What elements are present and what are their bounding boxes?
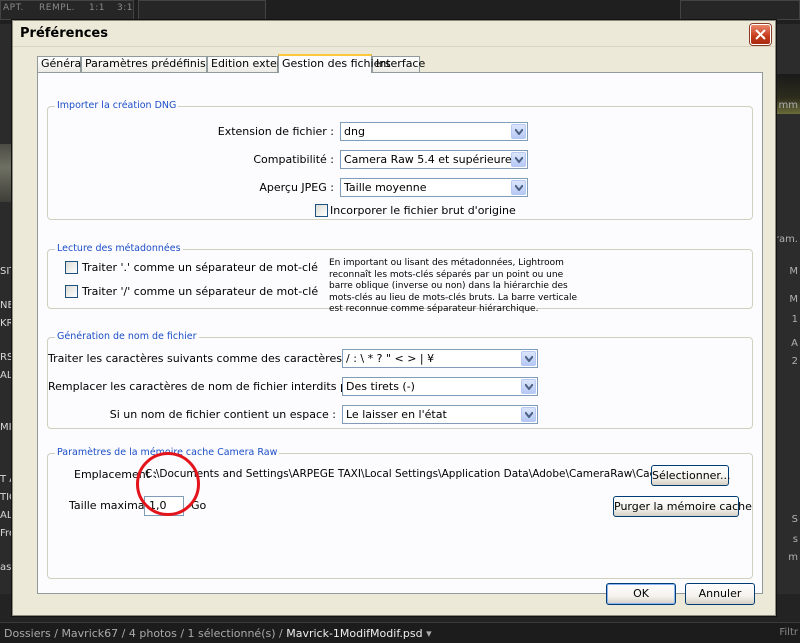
group-title: Importer la création DNG <box>55 100 179 111</box>
ok-button[interactable]: OK <box>606 583 676 605</box>
chevron-down-icon <box>515 129 523 135</box>
filmstrip-bar: Dossiers / Mavrick67 / 4 photos / 1 séle… <box>0 622 800 643</box>
chevron-down-icon <box>515 157 523 163</box>
dropdown-button[interactable] <box>521 379 536 394</box>
dot-separator-checkbox[interactable] <box>65 261 78 274</box>
dropdown-button[interactable] <box>511 124 526 139</box>
compatibility-label: Compatibilité : <box>253 153 334 166</box>
dialog-titlebar[interactable]: Préférences <box>13 21 775 47</box>
embed-original-checkbox[interactable] <box>315 204 328 217</box>
replace-chars-value: Des tirets (-) <box>346 380 415 393</box>
max-size-unit: Go <box>191 499 207 512</box>
bg-right-label: ram. <box>776 234 798 245</box>
illegal-chars-value: / : \ * ? " < > | ¥ <box>346 352 435 365</box>
replace-chars-label: Remplacer les caractères de nom de fichi… <box>48 380 366 393</box>
purge-cache-button[interactable]: Purger la mémoire cache <box>613 496 752 517</box>
max-size-input[interactable]: 1,0 <box>144 496 184 516</box>
filename-generation-group: Génération de nom de fichier Traiter les… <box>47 331 753 429</box>
replace-chars-select[interactable]: Des tirets (-) <box>342 377 538 396</box>
dot-separator-label: Traiter '.' comme un séparateur de mot-c… <box>82 261 318 274</box>
chevron-down-icon <box>515 185 523 191</box>
metadata-description: En important ou lisant des métadonnées, … <box>329 258 578 314</box>
bg-top-segment <box>680 0 800 20</box>
tab-general[interactable]: Général <box>37 56 84 72</box>
slash-separator-label: Traiter '/' comme un séparateur de mot-c… <box>82 285 319 298</box>
file-handling-panel: Importer la création DNG Extension de fi… <box>37 72 763 594</box>
filmstrip-path: Dossiers / Mavrick67 / 4 photos / 1 séle… <box>4 627 432 640</box>
filmstrip-file-name[interactable]: Mavrick-1ModifModif.psd <box>286 627 422 640</box>
filmstrip-filter-label[interactable]: Filtr <box>779 627 798 638</box>
bg-right-label: 2 <box>791 356 798 367</box>
bg-top-segment <box>138 0 266 20</box>
space-handling-select[interactable]: Le laisser en l'état <box>342 405 538 424</box>
illegal-chars-label: Traiter les caractères suivants comme de… <box>48 352 399 365</box>
dropdown-button[interactable] <box>511 180 526 195</box>
filmstrip-folder-path[interactable]: Dossiers / Mavrick67 / 4 photos / 1 séle… <box>4 627 283 640</box>
extension-select[interactable]: dng <box>340 122 528 141</box>
tab-presets[interactable]: Paramètres prédéfinis <box>81 56 207 72</box>
jpeg-preview-label: Aperçu JPEG : <box>259 181 334 194</box>
space-handling-label: Si un nom de fichier contient un espace … <box>109 408 336 421</box>
illegal-chars-select[interactable]: / : \ * ? " < > | ¥ <box>342 349 538 368</box>
background-right-panel: 5 mm ram. M M 1 A 2 S s m <box>776 24 800 594</box>
chevron-down-icon <box>525 384 533 390</box>
group-title: Génération de nom de fichier <box>55 331 199 342</box>
group-title: Lecture des métadonnées <box>55 243 183 254</box>
tab-file-handling[interactable]: Gestion des fichiers <box>278 54 391 73</box>
dropdown-button[interactable] <box>521 351 536 366</box>
close-button[interactable] <box>750 24 771 45</box>
extension-value: dng <box>344 125 365 138</box>
tab-external-editing[interactable]: Edition externe <box>207 56 295 72</box>
slash-separator-checkbox[interactable] <box>65 285 78 298</box>
bg-right-label: S <box>791 514 798 525</box>
camera-raw-cache-group: Paramètres de la mémoire cache Camera Ra… <box>47 447 753 579</box>
bg-left-label: AL <box>0 510 13 521</box>
space-handling-value: Le laisser en l'état <box>346 408 447 421</box>
group-title: Paramètres de la mémoire cache Camera Ra… <box>55 447 280 458</box>
dialog-title: Préférences <box>20 26 108 41</box>
compatibility-select[interactable]: Camera Raw 5.4 et supérieures <box>340 150 528 169</box>
bg-top-label: 3:1 <box>117 3 133 13</box>
close-icon <box>755 29 766 40</box>
bg-right-label: M <box>789 294 798 305</box>
chevron-down-icon <box>525 356 533 362</box>
dropdown-button[interactable] <box>511 152 526 167</box>
bg-right-label: 1 <box>791 314 798 325</box>
bg-left-label: AL <box>0 370 13 381</box>
bg-top-segment: APT. REMPL. 1:1 3:1 <box>0 0 134 20</box>
embed-original-label: Incorporer le fichier brut d'origine <box>330 204 516 217</box>
bg-right-label: 5 mm <box>776 100 798 111</box>
preferences-dialog: Préférences Général Paramètres prédéfini… <box>12 20 776 616</box>
bg-top-label: REMPL. <box>39 3 76 13</box>
select-location-button[interactable]: Sélectionner... <box>651 465 730 486</box>
dropdown-button[interactable] <box>521 407 536 422</box>
bg-right-label: s <box>792 534 798 545</box>
bg-right-label: m <box>788 552 798 563</box>
chevron-down-icon <box>525 412 533 418</box>
bg-right-label: M <box>789 266 798 277</box>
chevron-down-icon[interactable]: ▾ <box>426 627 432 640</box>
extension-label: Extension de fichier : <box>217 125 334 138</box>
bg-right-label: A <box>791 338 798 349</box>
cache-location-path: C:\Documents and Settings\ARPEGE TAXI\Lo… <box>145 468 673 480</box>
metadata-reading-group: Lecture des métadonnées Traiter '.' comm… <box>47 243 753 314</box>
jpeg-preview-value: Taille moyenne <box>344 181 427 194</box>
cancel-button[interactable]: Annuler <box>685 583 755 605</box>
bg-top-label: APT. <box>3 3 24 13</box>
jpeg-preview-select[interactable]: Taille moyenne <box>340 178 528 197</box>
bg-top-label: 1:1 <box>89 3 105 13</box>
dng-import-group: Importer la création DNG Extension de fi… <box>47 100 753 220</box>
compatibility-value: Camera Raw 5.4 et supérieures <box>344 153 518 166</box>
